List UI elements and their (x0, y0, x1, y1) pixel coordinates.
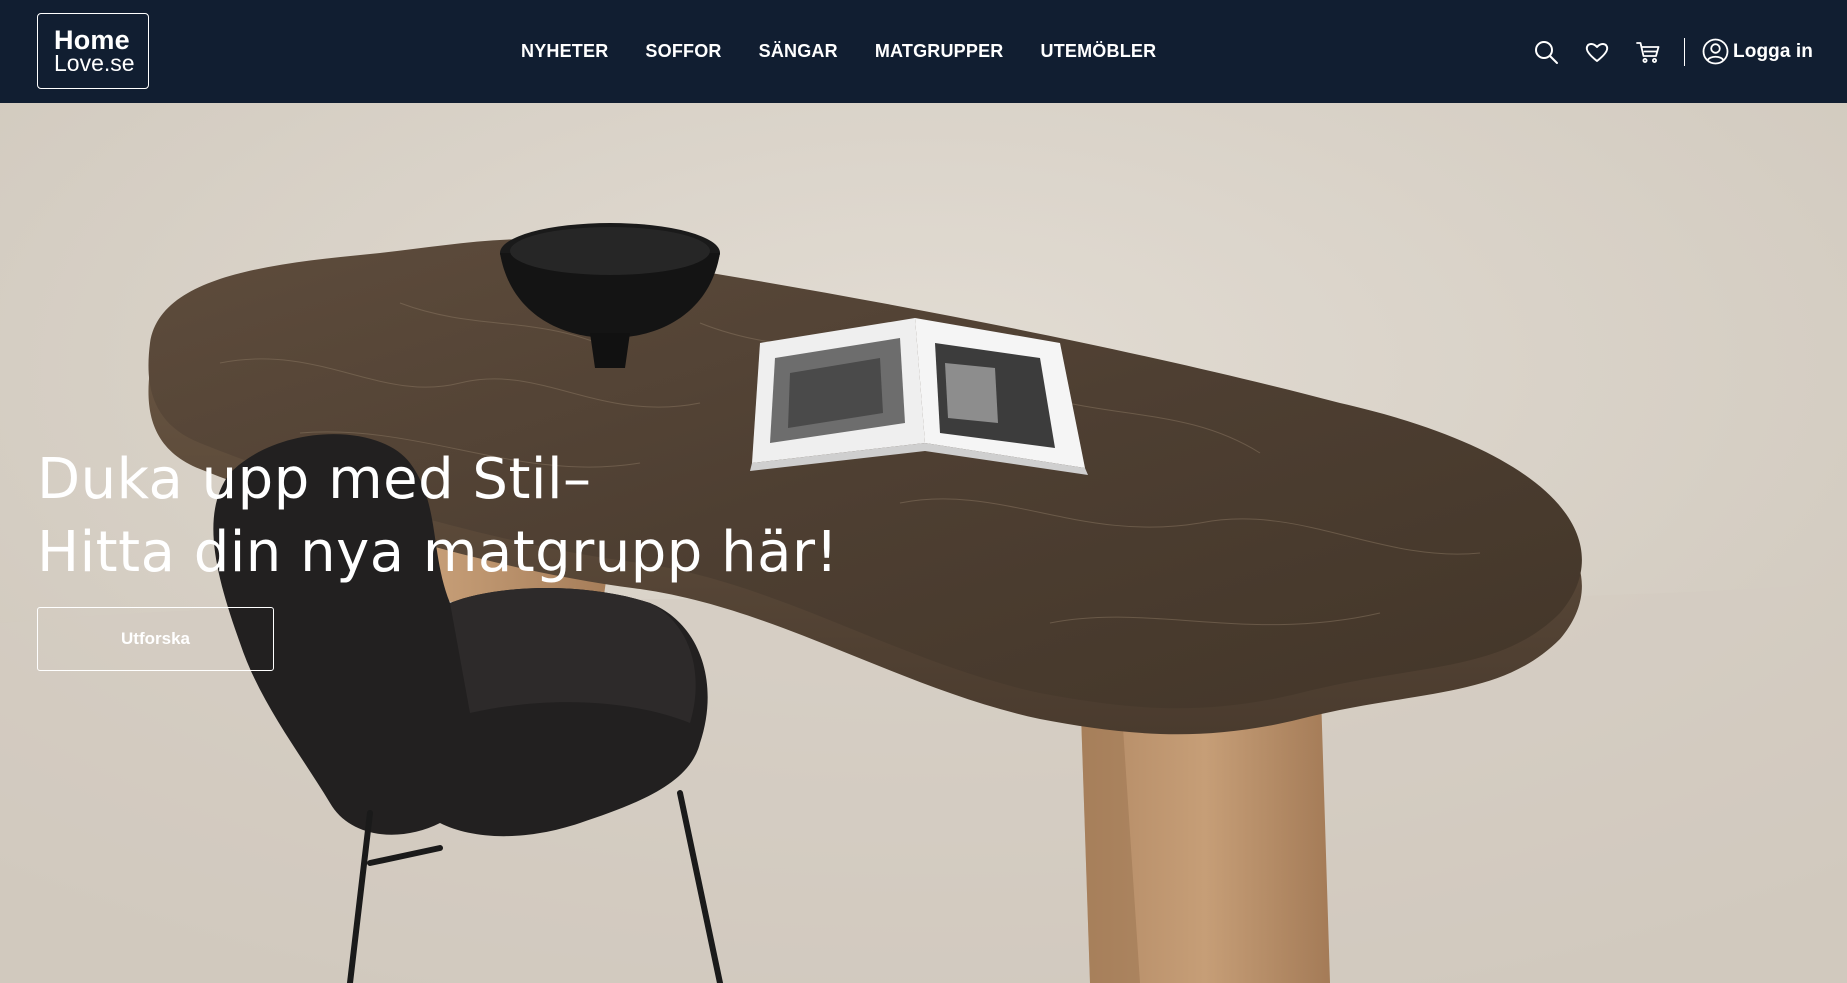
nav-item-soffor[interactable]: SOFFOR (645, 41, 721, 62)
hero-title: Duka upp med Stil– Hitta din nya matgrup… (37, 443, 838, 589)
login-label: Logga in (1733, 40, 1813, 62)
nav-item-nyheter[interactable]: NYHETER (521, 41, 608, 62)
main-navigation: NYHETER SOFFOR SÄNGAR MATGRUPPER UTEMÖBL… (521, 0, 1156, 103)
site-header: Home Love.se NYHETER SOFFOR SÄNGAR MATGR… (0, 0, 1847, 103)
hero-title-line1: Duka upp med Stil– (37, 447, 592, 512)
hero-title-line2: Hitta din nya matgrupp här! (37, 520, 839, 585)
explore-button[interactable]: Utforska (37, 607, 274, 671)
user-icon (1702, 38, 1729, 65)
header-actions: Logga in (1533, 0, 1813, 103)
logo-line-love: Love.se (54, 50, 135, 76)
header-divider (1683, 37, 1686, 66)
login-button[interactable]: Logga in (1702, 38, 1813, 65)
nav-item-utemobler[interactable]: UTEMÖBLER (1041, 41, 1157, 62)
cart-icon[interactable] (1635, 39, 1661, 65)
nav-item-sangar[interactable]: SÄNGAR (759, 41, 838, 62)
logo-line-home: Home (54, 25, 130, 55)
homelove-logo[interactable]: Home Love.se (37, 13, 149, 89)
nav-item-matgrupper[interactable]: MATGRUPPER (875, 41, 1004, 62)
heart-icon[interactable] (1584, 39, 1610, 65)
search-icon[interactable] (1533, 39, 1559, 65)
hero-banner: Duka upp med Stil– Hitta din nya matgrup… (0, 103, 1847, 983)
